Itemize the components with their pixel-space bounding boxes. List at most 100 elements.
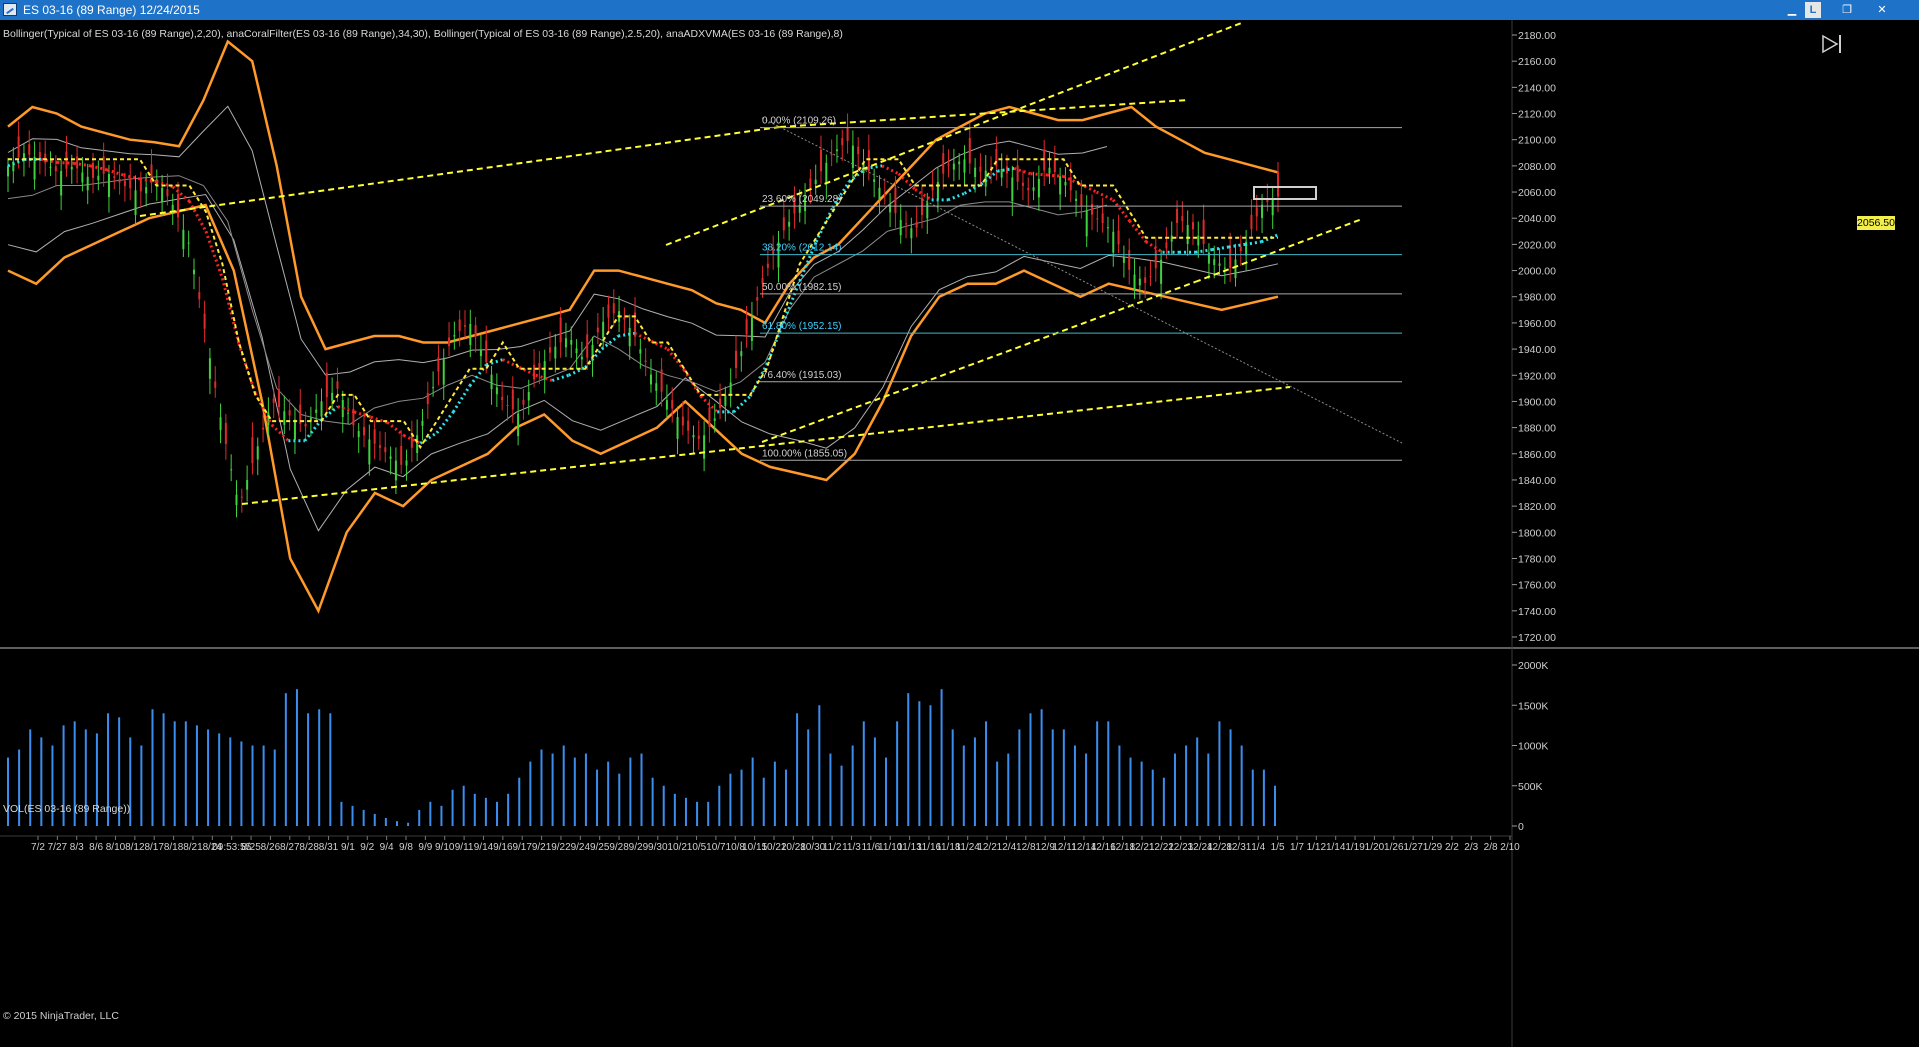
volume-bar — [1118, 745, 1121, 826]
price-bar — [835, 149, 838, 152]
price-bar — [76, 156, 79, 169]
volume-bar — [796, 713, 799, 826]
price-bar — [602, 321, 605, 339]
price-bar — [1234, 259, 1237, 279]
price-bar — [267, 412, 270, 425]
volume-bar — [395, 821, 398, 826]
price-bar — [788, 221, 791, 227]
price-bar — [320, 401, 323, 417]
volume-bar — [1162, 777, 1165, 826]
minimize-button[interactable]: ▁ — [1779, 0, 1805, 20]
trendline — [665, 21, 1245, 246]
price-bar — [134, 190, 137, 215]
volume-bar — [518, 777, 521, 826]
volume-bar — [807, 729, 810, 826]
go-to-last-bar-icon[interactable] — [1821, 34, 1843, 54]
price-bar — [1106, 227, 1109, 229]
time-axis-label: 9/1 — [341, 842, 355, 853]
highlight-box — [1253, 186, 1317, 200]
time-axis-label: 8/27 — [280, 842, 300, 853]
price-bar — [538, 362, 541, 370]
price-bar — [719, 398, 722, 408]
volume-axis-label: 1000K — [1518, 741, 1548, 753]
price-bar — [596, 327, 599, 333]
time-axis-label: 1/29 — [1423, 842, 1443, 853]
trendline — [139, 126, 781, 217]
price-bar — [1202, 219, 1205, 245]
price-bar — [139, 180, 142, 192]
volume-bar — [862, 721, 865, 826]
price-bar — [1096, 218, 1099, 220]
price-bar — [899, 219, 902, 236]
price-bar — [612, 303, 615, 314]
coral-filter-segment — [1013, 167, 1032, 176]
volume-bar — [1240, 745, 1243, 826]
close-button[interactable]: ✕ — [1862, 0, 1902, 20]
volume-bar — [718, 785, 721, 826]
chart-area[interactable]: 2180.00 2160.00 2140.00 2120.00 2100.00 2080.… — [0, 20, 1919, 1047]
price-bar — [1037, 178, 1040, 198]
price-bar — [1021, 182, 1024, 186]
price-bar — [766, 263, 769, 268]
price-bar — [187, 242, 190, 244]
price-bar — [416, 435, 419, 453]
price-bar — [331, 392, 334, 401]
volume-bar — [662, 785, 665, 826]
time-axis-label: 2/3 — [1464, 842, 1478, 853]
chart-app-icon — [3, 3, 17, 16]
chart-canvas[interactable]: 2180.00 2160.00 2140.00 2120.00 2100.00 2080.… — [0, 20, 1919, 1047]
volume-bar — [318, 709, 321, 826]
coral-filter-segment — [814, 207, 835, 243]
price-axis-label: 1960.00 — [1518, 318, 1556, 330]
volume-bar — [940, 689, 943, 826]
price-bar — [1128, 250, 1131, 270]
time-axis-label: 8/3 — [70, 842, 84, 853]
price-bar — [357, 431, 360, 438]
price-bar — [421, 420, 424, 426]
time-axis-label: 1/5 — [1271, 842, 1285, 853]
restore-button[interactable]: ❐ — [1834, 0, 1860, 20]
price-bar — [846, 127, 849, 141]
volume-bar — [562, 745, 565, 826]
price-bar — [522, 399, 525, 405]
fib-level-label: 23.60% (2049.28) — [762, 194, 842, 205]
volume-bar — [529, 761, 532, 826]
price-axis-label: 2000.00 — [1518, 266, 1556, 278]
price-bar — [942, 153, 945, 174]
price-bar — [1277, 171, 1279, 197]
price-bar — [740, 351, 743, 357]
price-bar — [697, 435, 700, 440]
volume-bar — [251, 745, 254, 826]
price-bar — [7, 165, 9, 177]
price-bar — [262, 427, 265, 430]
volume-bar — [696, 801, 699, 826]
price-bar — [177, 193, 180, 218]
price-bar — [1271, 199, 1274, 216]
price-bar — [639, 349, 642, 354]
price-bar — [575, 348, 578, 354]
time-axis-label: 8/28 — [299, 842, 319, 853]
volume-bar — [1173, 753, 1176, 826]
coral-filter-segment — [914, 188, 933, 202]
price-bar — [958, 161, 961, 165]
fib-level-label: 38.20% (2012.14) — [762, 243, 842, 254]
price-bar — [469, 324, 472, 345]
volume-bar — [429, 801, 432, 826]
price-bar — [867, 150, 870, 171]
volume-bar — [1062, 729, 1065, 826]
volume-bar — [462, 785, 465, 826]
time-axis-label: 1/26 — [1384, 842, 1404, 853]
volume-bar — [440, 805, 443, 826]
time-axis-label: 7/27 — [48, 842, 68, 853]
price-axis-label: 1940.00 — [1518, 344, 1556, 356]
price-bar — [1160, 259, 1163, 284]
volume-bar — [829, 753, 832, 826]
price-axis-label: 1840.00 — [1518, 475, 1556, 487]
coral-filter-segment — [551, 373, 570, 382]
window-titlebar: ES 03-16 (89 Range) 12/24/2015 ▁ L ❐ ✕ — [0, 0, 1919, 20]
price-bar — [107, 174, 110, 198]
volume-bar — [784, 769, 787, 826]
link-button[interactable]: L — [1805, 2, 1821, 18]
time-axis-label: 7/2 — [31, 842, 45, 853]
price-axis-label: 2180.00 — [1518, 30, 1556, 42]
